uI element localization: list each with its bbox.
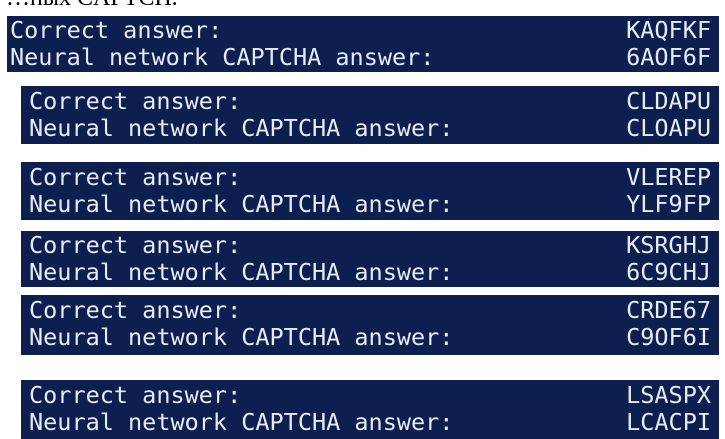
correct-answer-value: VLEREP: [626, 163, 711, 191]
correct-answer-label: Correct answer:: [29, 296, 242, 324]
neural-network-answer-label: Neural network CAPTCHA answer:: [29, 114, 454, 142]
neural-network-answer-value: LCACPI: [626, 408, 711, 436]
neural-network-answer-label: Neural network CAPTCHA answer:: [29, 258, 454, 286]
correct-answer-row: Correct answer: VLEREP: [29, 164, 711, 191]
correct-answer-label: Correct answer:: [10, 16, 223, 44]
correct-answer-row: Correct answer: LSASPX: [29, 382, 711, 409]
console-result-panel: Correct answer: KSRGHJ Neural network CA…: [21, 231, 719, 287]
console-result-panel: Correct answer: VLEREP Neural network CA…: [21, 162, 719, 220]
correct-answer-value: CRDE67: [626, 296, 711, 324]
neural-network-answer-row: Neural network CAPTCHA answer: YLF9FP: [29, 191, 711, 218]
neural-network-answer-row: Neural network CAPTCHA answer: 6C9CHJ: [29, 259, 711, 286]
neural-network-answer-value: CLOAPU: [626, 114, 711, 142]
neural-network-answer-value: YLF9FP: [626, 190, 711, 218]
page-caption: …ных CAPTCH.: [6, 0, 178, 10]
neural-network-answer-row: Neural network CAPTCHA answer: LCACPI: [29, 409, 711, 436]
correct-answer-value: KAQFKF: [626, 16, 711, 44]
console-result-panel: Correct answer: CRDE67 Neural network CA…: [21, 295, 719, 355]
console-result-panel: Correct answer: LSASPX Neural network CA…: [21, 380, 719, 439]
neural-network-answer-row: Neural network CAPTCHA answer: 6AOF6F: [10, 44, 711, 71]
neural-network-answer-label: Neural network CAPTCHA answer:: [29, 190, 454, 218]
correct-answer-row: Correct answer: KSRGHJ: [29, 232, 711, 259]
neural-network-answer-row: Neural network CAPTCHA answer: C9OF6I: [29, 324, 711, 351]
neural-network-answer-label: Neural network CAPTCHA answer:: [29, 323, 454, 351]
correct-answer-row: Correct answer: KAQFKF: [10, 17, 711, 44]
neural-network-answer-value: C9OF6I: [626, 323, 711, 351]
correct-answer-label: Correct answer:: [29, 163, 242, 191]
neural-network-answer-row: Neural network CAPTCHA answer: CLOAPU: [29, 115, 711, 142]
neural-network-answer-value: 6AOF6F: [626, 43, 711, 71]
correct-answer-label: Correct answer:: [29, 381, 242, 409]
correct-answer-row: Correct answer: CLDAPU: [29, 88, 711, 115]
neural-network-answer-value: 6C9CHJ: [626, 258, 711, 286]
correct-answer-label: Correct answer:: [29, 231, 242, 259]
correct-answer-value: KSRGHJ: [626, 231, 711, 259]
correct-answer-value: CLDAPU: [626, 87, 711, 115]
correct-answer-row: Correct answer: CRDE67: [29, 297, 711, 324]
console-result-panel: Correct answer: KAQFKF Neural network CA…: [7, 16, 719, 72]
console-result-panel: Correct answer: CLDAPU Neural network CA…: [21, 86, 719, 144]
neural-network-answer-label: Neural network CAPTCHA answer:: [29, 408, 454, 436]
correct-answer-label: Correct answer:: [29, 87, 242, 115]
correct-answer-value: LSASPX: [626, 381, 711, 409]
neural-network-answer-label: Neural network CAPTCHA answer:: [10, 43, 435, 71]
